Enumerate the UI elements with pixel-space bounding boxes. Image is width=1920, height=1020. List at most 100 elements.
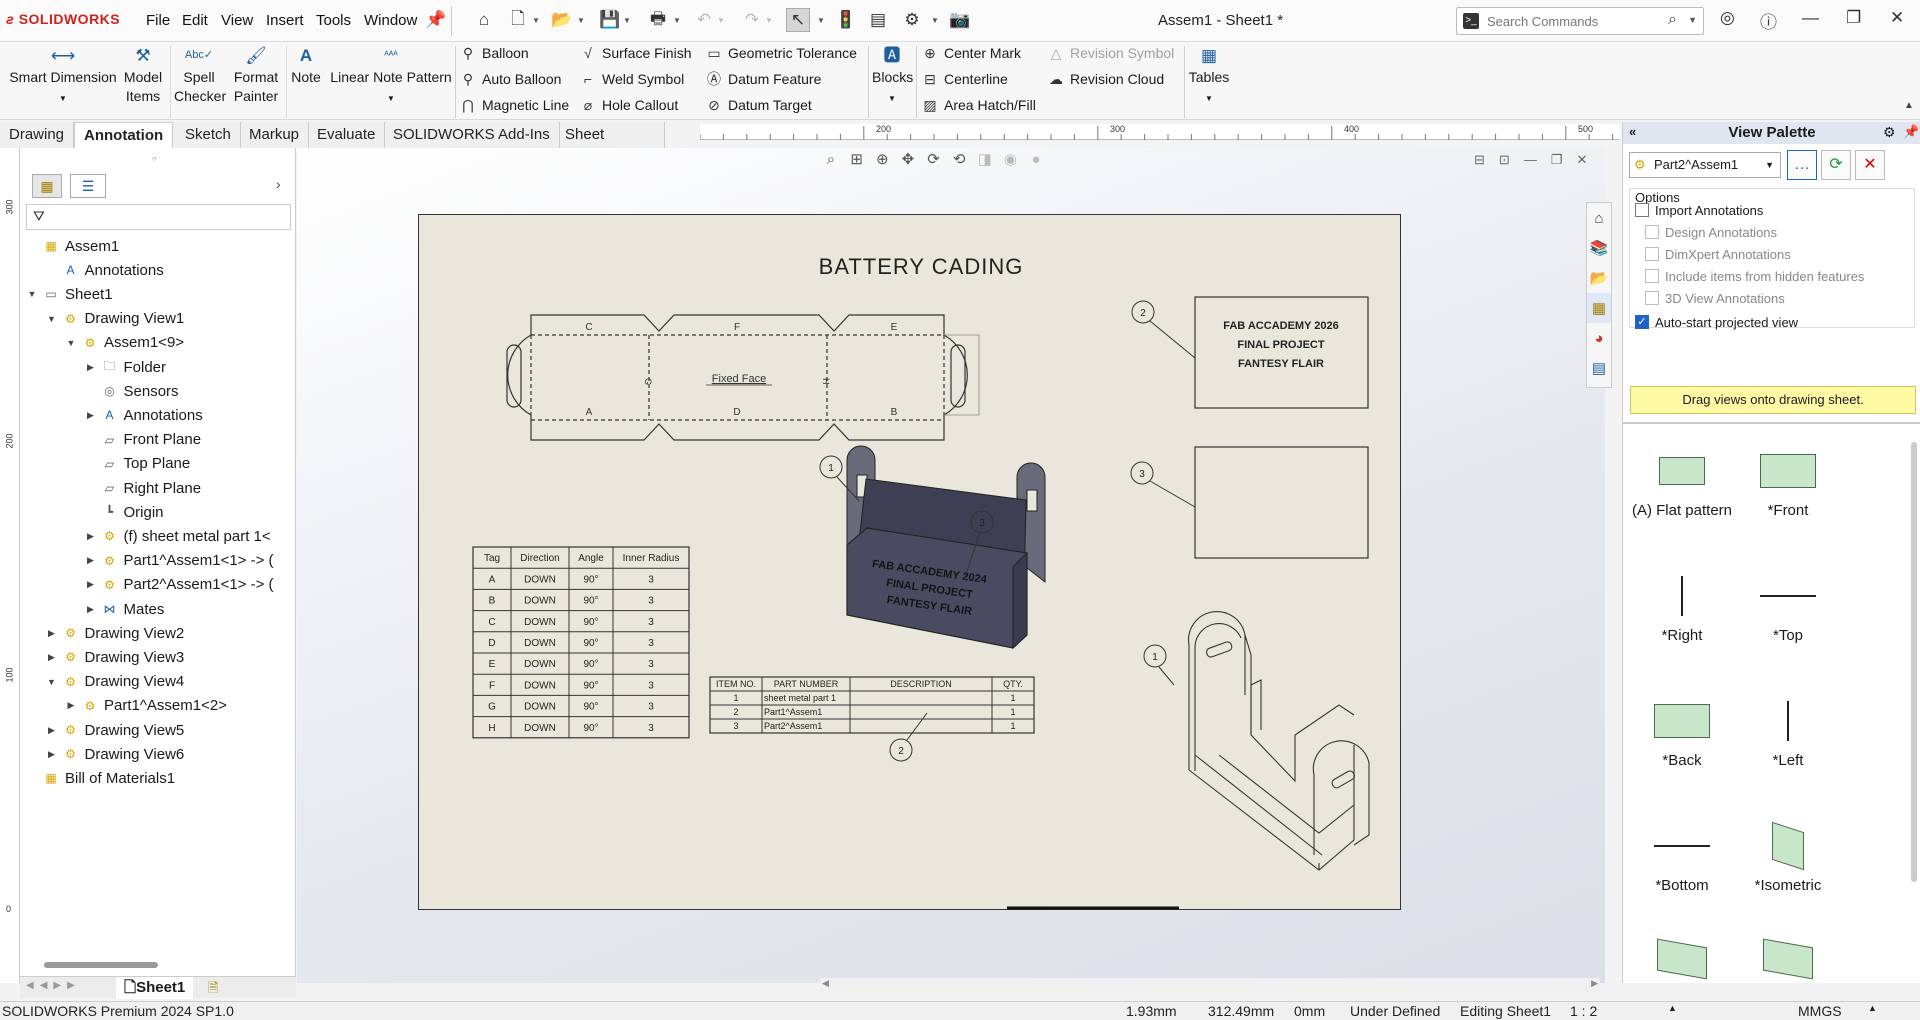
add-sheet-icon[interactable]: 🗎: [208, 979, 218, 1001]
close-icon[interactable]: ✕: [1890, 8, 1904, 28]
centerline-button[interactable]: ⊟ Centerline: [922, 68, 1036, 90]
view-palette-model-select[interactable]: ⚙ Part2^Assem1 ▼: [1629, 152, 1781, 178]
appearances-icon[interactable]: ◕: [1587, 323, 1611, 353]
menu-insert[interactable]: Insert: [266, 12, 304, 29]
minimize-icon[interactable]: —: [1802, 8, 1819, 28]
chevron-right-icon[interactable]: ▶: [46, 628, 58, 639]
datum-target-button[interactable]: ⊘ Datum Target: [706, 94, 857, 116]
tree-item[interactable]: ◎ Sensors: [85, 379, 178, 403]
smart-dimension-button[interactable]: ⟷ Smart Dimension ▼: [6, 46, 120, 108]
menu-edit[interactable]: Edit: [182, 12, 208, 29]
view-palette-item[interactable]: *Front: [1733, 440, 1843, 519]
file-properties-icon[interactable]: ▤: [866, 8, 890, 32]
redo-icon[interactable]: ↷: [740, 8, 764, 32]
tree-item[interactable]: ▶ ⋈ Mates: [85, 597, 164, 621]
blocks-button[interactable]: 🅰 Blocks ▼: [872, 46, 913, 108]
property-manager-tab-icon[interactable]: ☰: [70, 174, 106, 198]
display-style-icon[interactable]: ◉: [999, 150, 1021, 168]
chevron-down-icon[interactable]: ▼: [622, 8, 632, 32]
chevron-down-icon[interactable]: ▼: [816, 8, 826, 32]
account-icon[interactable]: ◎: [1720, 8, 1735, 28]
search-commands-input[interactable]: >_ Search Commands ⌕ ▼: [1456, 7, 1704, 35]
chevron-up-icon[interactable]: ▲: [1868, 1003, 1877, 1013]
tree-item[interactable]: ▱ Right Plane: [85, 476, 201, 500]
sheet-scale[interactable]: 1 : 2: [1570, 1003, 1597, 1019]
rebuild-icon[interactable]: 🚦: [834, 8, 858, 32]
view-palette-tab-icon[interactable]: ▦: [1587, 293, 1611, 323]
sheet-tab-sheet1[interactable]: 🗋Sheet1: [116, 977, 194, 999]
chevron-down-icon[interactable]: ▼: [672, 8, 682, 32]
chevron-right-icon[interactable]: ▶: [85, 362, 97, 373]
settings-gear-icon[interactable]: ⚙: [1883, 124, 1896, 141]
hole-callout-button[interactable]: ⌀ Hole Callout: [580, 94, 691, 116]
option-auto-start-projected-view[interactable]: ✓ Auto-start projected view: [1635, 312, 1798, 332]
chevron-right-icon[interactable]: ▶: [85, 604, 97, 615]
open-folder-icon[interactable]: 📂: [550, 8, 574, 32]
front-view[interactable]: FAB ACCADEMY 2026 FINAL PROJECT FANTESY …: [1194, 296, 1369, 409]
pin-icon[interactable]: 📌: [424, 8, 448, 32]
back-view[interactable]: [1194, 446, 1369, 559]
chevron-down-icon[interactable]: ▼: [46, 314, 58, 324]
geometric-tolerance-button[interactable]: ▭ Geometric Tolerance: [706, 42, 857, 64]
rotate-icon[interactable]: ⟳: [923, 150, 945, 168]
select-pointer-icon[interactable]: ↖: [786, 8, 810, 32]
chevron-right-icon[interactable]: ▶: [85, 531, 97, 542]
magnetic-line-button[interactable]: ⋂ Magnetic Line: [460, 94, 569, 116]
browse-button[interactable]: …: [1787, 150, 1817, 180]
chevron-right-icon[interactable]: ›: [276, 176, 281, 192]
view-palette-item[interactable]: *Right: [1627, 565, 1737, 644]
chevron-down-icon[interactable]: ▼: [26, 289, 38, 299]
tab-sheet-format[interactable]: Sheet Format: [556, 122, 665, 169]
balloon-2-iso[interactable]: 2: [889, 712, 928, 762]
tree-item[interactable]: ┗ Origin: [85, 500, 164, 524]
appearance-icon[interactable]: ●: [1025, 151, 1047, 168]
chevron-down-icon[interactable]: ▼: [1688, 15, 1697, 25]
clear-icon[interactable]: ✕: [1855, 150, 1885, 180]
chevron-right-icon[interactable]: ▶: [46, 725, 58, 736]
isometric-wireframe-view[interactable]: [1188, 611, 1370, 871]
chevron-down-icon[interactable]: ▼: [716, 8, 726, 32]
chevron-up-icon[interactable]: ▲: [1668, 1003, 1677, 1013]
isometric-shaded-view[interactable]: FAB ACCADEMY 2024 FINAL PROJECT FANTESY …: [846, 445, 1046, 650]
save-icon[interactable]: 💾: [598, 8, 622, 32]
chevron-right-icon[interactable]: ▶: [65, 700, 77, 711]
weld-symbol-button[interactable]: ⌐ Weld Symbol: [580, 68, 691, 90]
scroll-right-icon[interactable]: ▶: [1591, 978, 1598, 989]
view-orientation-icon[interactable]: ◨: [974, 150, 996, 168]
help-icon[interactable]: ⓘ: [1760, 8, 1777, 33]
chevron-down-icon[interactable]: ▼: [65, 338, 77, 348]
tree-item[interactable]: ▶ A Annotations: [85, 403, 203, 427]
zoom-to-fit-icon[interactable]: ⌕: [820, 151, 842, 168]
datum-feature-button[interactable]: Ⓐ Datum Feature: [706, 68, 857, 90]
chevron-down-icon[interactable]: ▼: [576, 8, 586, 32]
chevron-down-icon[interactable]: ▼: [531, 8, 541, 32]
custom-properties-icon[interactable]: ▤: [1587, 353, 1611, 383]
print-icon[interactable]: 🖶: [646, 8, 670, 32]
file-explorer-icon[interactable]: 📂: [1587, 263, 1611, 293]
chevron-right-icon[interactable]: ▶: [46, 749, 58, 760]
tree-item[interactable]: ▶ ⚙ Drawing View5: [46, 718, 184, 742]
palette-scrollbar[interactable]: [1911, 442, 1917, 882]
tree-item[interactable]: ▼ ⚙ Drawing View1: [46, 307, 184, 331]
canvas-hscrollbar[interactable]: ◀ ▶: [820, 978, 1600, 992]
model-items-button[interactable]: ⚒ Model Items: [122, 46, 164, 106]
tree-item[interactable]: ▶ ⚙ Part2^Assem1<1> -> (: [85, 573, 274, 597]
viewport-window-controls[interactable]: ⊟⊡—❐✕: [1474, 152, 1601, 168]
tree-item[interactable]: ▱ Top Plane: [85, 452, 190, 476]
tab-add-ins[interactable]: SOLIDWORKS Add-Ins: [384, 122, 560, 148]
camera-icon[interactable]: 📷: [948, 8, 972, 32]
area-hatch-button[interactable]: ▨ Area Hatch/Fill: [922, 94, 1035, 116]
view-thumbnail[interactable]: [1657, 938, 1707, 980]
chevron-down-icon[interactable]: ▼: [46, 677, 58, 687]
solidworks-logo[interactable]: ƨ SOLIDWORKS: [6, 11, 120, 27]
tab-drawing[interactable]: Drawing: [0, 122, 75, 148]
pin-icon[interactable]: 📌: [1903, 124, 1919, 140]
unit-system[interactable]: MMGS: [1798, 1003, 1842, 1019]
format-painter-button[interactable]: 🖌 Format Painter: [230, 46, 282, 106]
view-palette-item[interactable]: *Top: [1733, 565, 1843, 644]
view-palette-item[interactable]: *Isometric: [1733, 815, 1843, 894]
design-library-icon[interactable]: 📚: [1587, 233, 1611, 263]
tree-item[interactable]: ▦ Assem1: [26, 234, 119, 258]
panel-splitter-handle[interactable]: ○: [152, 154, 157, 163]
tab-annotation[interactable]: Annotation: [74, 122, 174, 148]
